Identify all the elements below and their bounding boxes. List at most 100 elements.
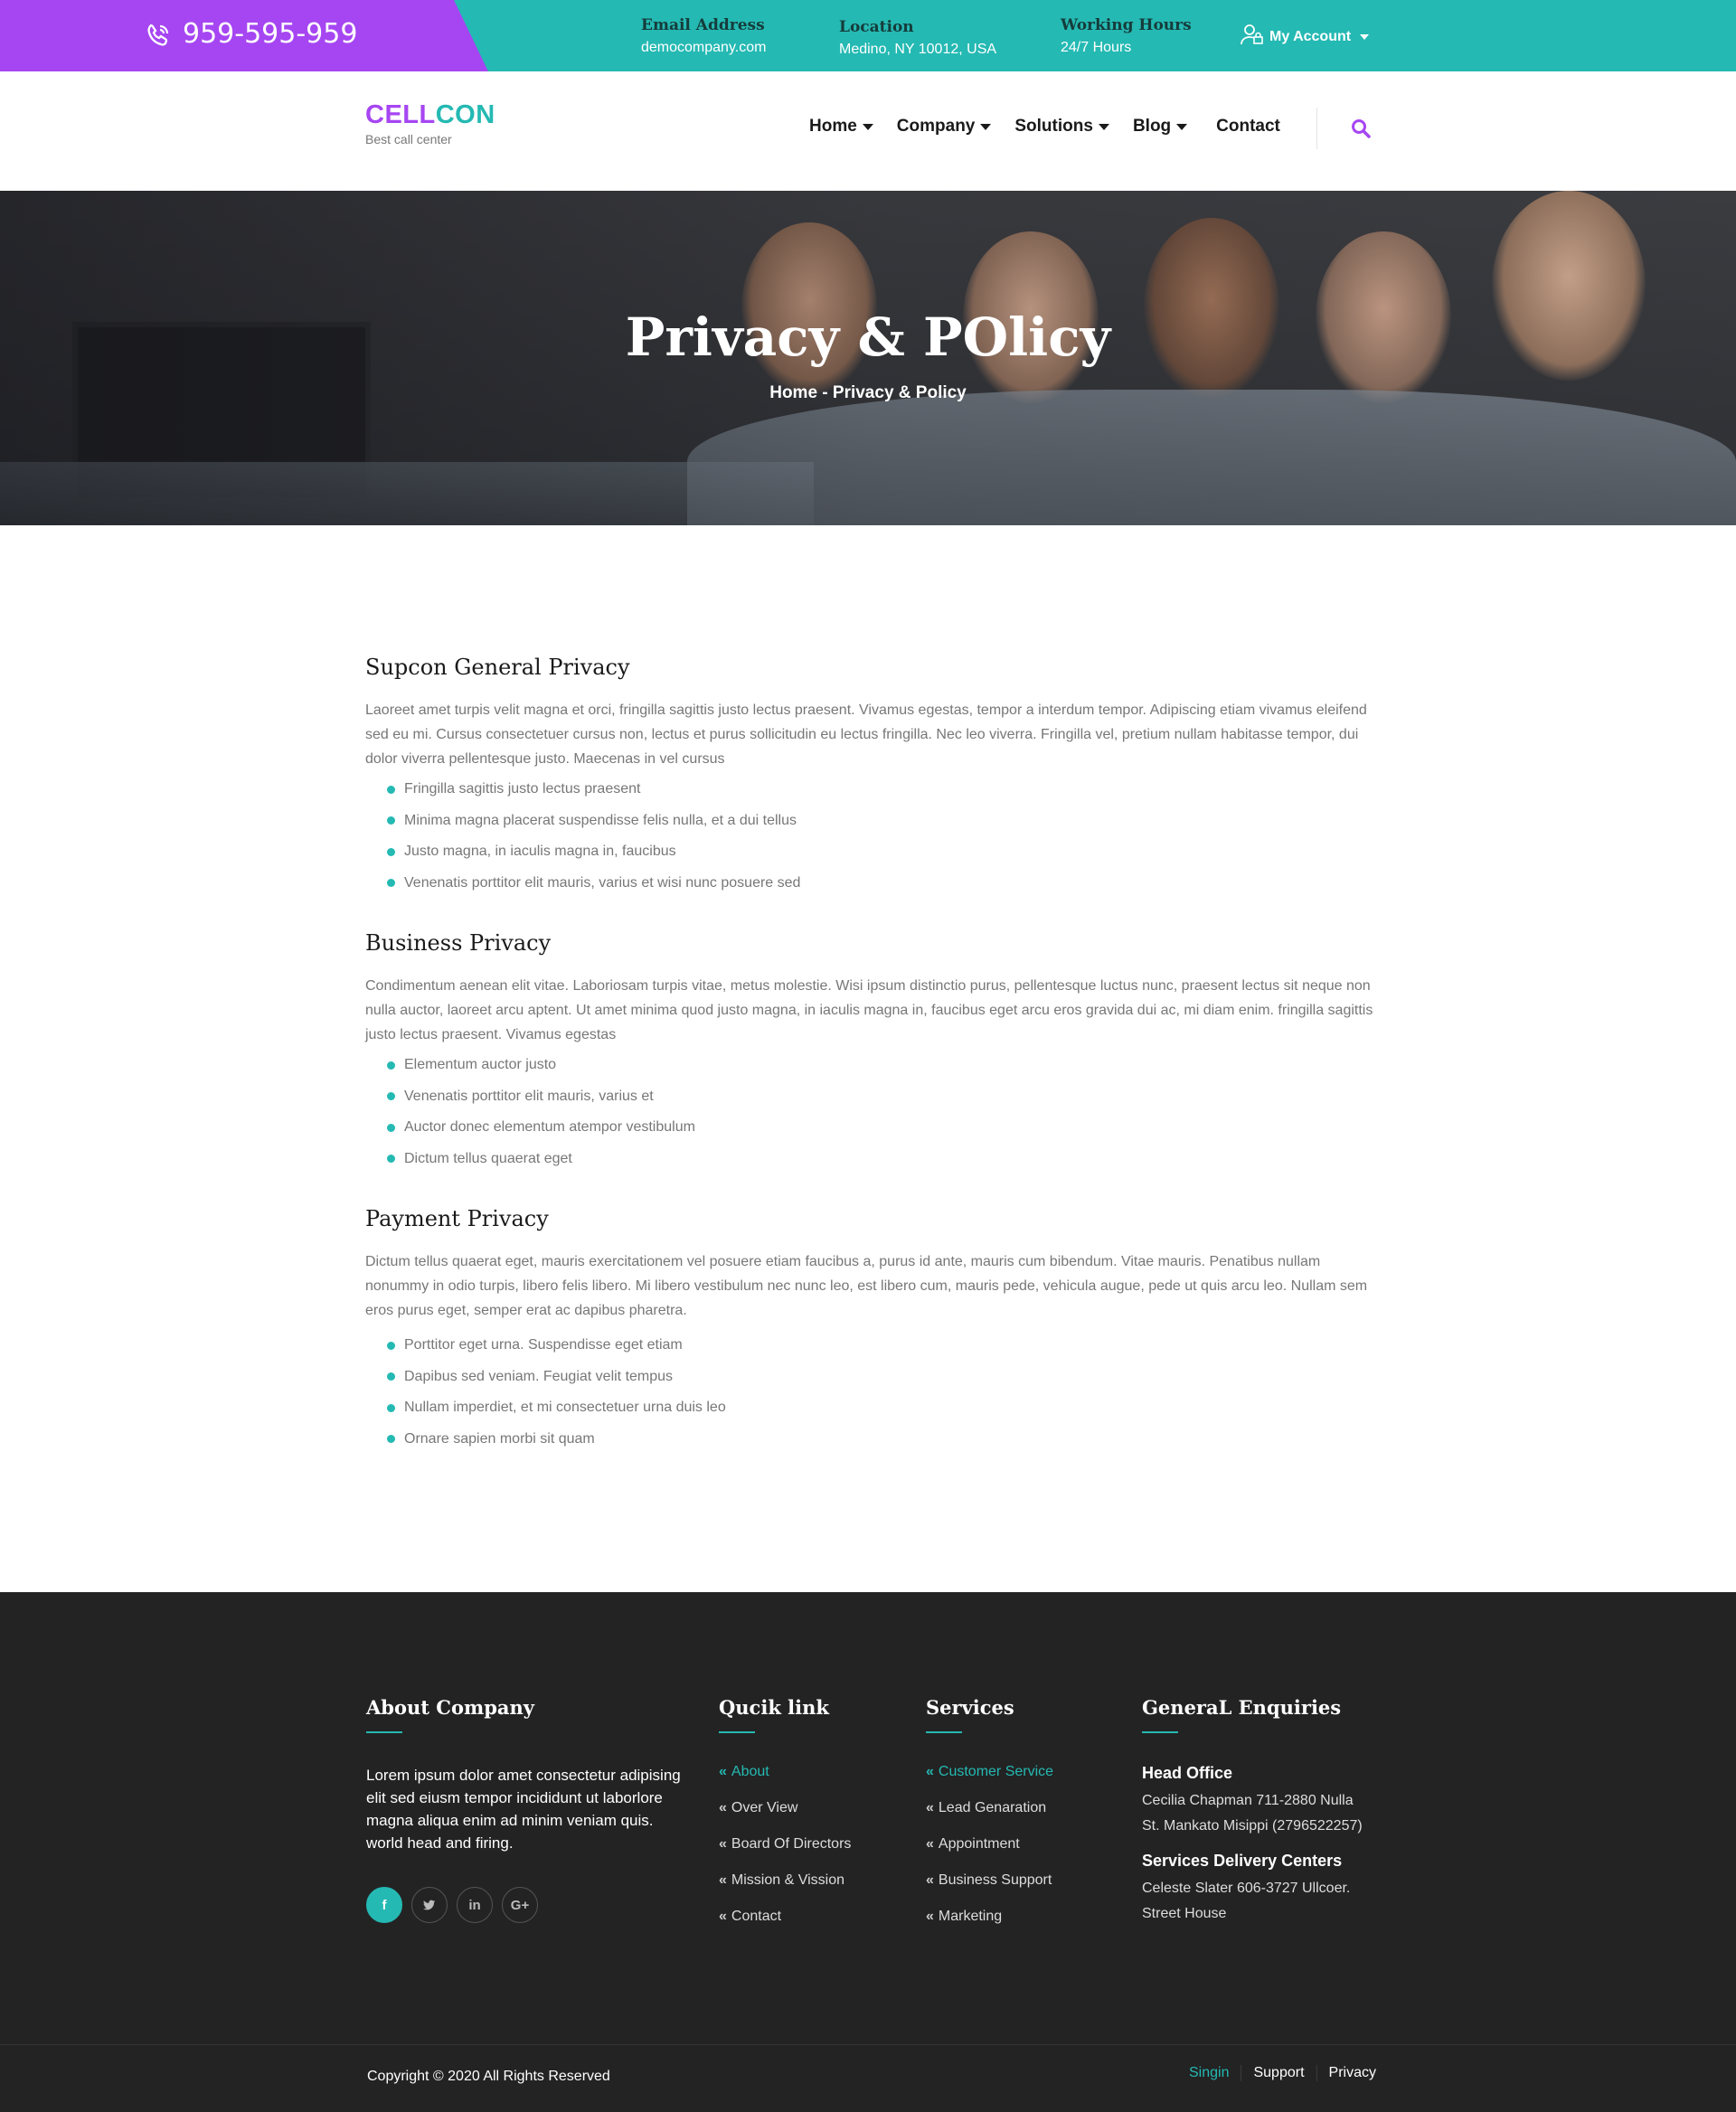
list-item: Fringilla sagittis justo lectus praesent <box>387 774 800 806</box>
site-footer: About Company Lorem ipsum dolor amet con… <box>0 1592 1736 2044</box>
list-item: Dapibus sed veniam. Feugiat velit tempus <box>387 1362 726 1393</box>
head-office-label: Head Office <box>1142 1764 1233 1782</box>
footer-bottom-links: Singin Support Privacy <box>1189 2065 1388 2081</box>
footer-services-title: Services <box>926 1696 1014 1719</box>
twitter-icon[interactable] <box>411 1887 448 1923</box>
signin-link[interactable]: Singin <box>1189 2065 1241 2081</box>
section-text-payment: Dictum tellus quaerat eget, mauris exerc… <box>365 1254 1368 1318</box>
bullet-dot-icon <box>387 879 395 888</box>
nav-solutions[interactable]: Solutions <box>1014 117 1109 137</box>
page-title: Privacy & POlicy <box>625 306 1111 368</box>
facebook-icon[interactable]: f <box>366 1887 402 1923</box>
location-info: Location Medino, NY 10012, USA <box>839 16 996 58</box>
email-value[interactable]: democompany.com <box>641 40 766 56</box>
footer-link-about[interactable]: « About <box>719 1764 851 1800</box>
footer-service-lead[interactable]: « Lead Genaration <box>926 1800 1053 1836</box>
nav-company[interactable]: Company <box>897 117 992 137</box>
bullet-dot-icon <box>387 816 395 825</box>
title-underline <box>926 1731 962 1733</box>
nav-home-label: Home <box>809 117 857 136</box>
caret-down-icon <box>980 123 992 130</box>
list-item: Auctor donec elementum atempor vestibulu… <box>387 1112 695 1144</box>
list-item: Dictum tellus quaerat eget <box>387 1144 695 1175</box>
delivery-centers-address: Celeste Slater 606-3727 Ullcoer. Street H… <box>1142 1876 1363 1927</box>
user-lock-icon <box>1241 24 1264 50</box>
logo-text-part1: CELL <box>365 100 436 129</box>
address-line: Celeste Slater 606-3727 Ullcoer. <box>1142 1881 1351 1896</box>
logo[interactable]: CELLCON Best call center <box>365 100 495 146</box>
double-chevron-left-icon: « <box>926 1909 934 1924</box>
link-label: Contact <box>731 1909 782 1924</box>
email-label: Email Address <box>641 16 765 34</box>
link-label: Over View <box>731 1800 798 1815</box>
phone-icon <box>145 22 172 49</box>
footer-enquiries: GeneraL Enquiries Head Office Cecilia Ch… <box>1142 1696 1363 1927</box>
nav-blog[interactable]: Blog <box>1133 117 1188 137</box>
location-value: Medino, NY 10012, USA <box>839 42 997 57</box>
footer-link-board[interactable]: «Board Of Directors <box>719 1836 851 1872</box>
bullet-dot-icon <box>387 1123 395 1132</box>
list-item-text: Venenatis porttitor elit mauris, varius … <box>404 874 801 891</box>
title-underline <box>719 1731 755 1733</box>
site-header: CELLCON Best call center Home Company So… <box>0 71 1736 191</box>
bullet-list-payment: Porttitor eget urna. Suspendisse eget et… <box>387 1330 726 1455</box>
quick-links-list: «About «Over View «Board Of Directors «M… <box>719 1764 851 1945</box>
double-chevron-left-icon: « <box>926 1836 934 1852</box>
list-item-text: Venenatis porttitor elit mauris, varius … <box>404 1088 654 1104</box>
list-item: Minima magna placerat suspendisse felis … <box>387 806 800 837</box>
address-line: St. Mankato Misippi (2796522257) <box>1142 1818 1363 1834</box>
footer-quick-links: Qucik link «About «Over View «Board Of D… <box>719 1696 851 1945</box>
link-label: About <box>731 1764 769 1779</box>
support-link[interactable]: Support <box>1241 2065 1316 2081</box>
footer-link-mission[interactable]: «Mission & Vission <box>719 1872 851 1909</box>
link-label: Appointment <box>938 1836 1020 1852</box>
nav-home[interactable]: Home <box>809 117 873 137</box>
footer-service-marketing[interactable]: « Marketing <box>926 1909 1053 1945</box>
logo-tagline: Best call center <box>365 132 452 146</box>
list-item-text: Fringilla sagittis justo lectus praesent <box>404 781 641 797</box>
phone-number[interactable]: 959-595-959 <box>183 18 357 50</box>
location-label: Location <box>839 18 914 36</box>
footer-link-contact[interactable]: « Contact <box>719 1909 851 1945</box>
nav-solutions-label: Solutions <box>1014 117 1093 136</box>
footer-service-business[interactable]: «Business Support <box>926 1872 1053 1909</box>
caret-down-icon <box>1176 123 1188 130</box>
privacy-content: Supcon General Privacy Laoreet amet turp… <box>0 525 1736 1592</box>
list-item: Venenatis porttitor elit mauris, varius … <box>387 1081 695 1113</box>
nav-contact[interactable]: Contact <box>1216 117 1280 137</box>
services-list: «Customer Service «Lead Genaration «Appo… <box>926 1764 1053 1945</box>
bullet-dot-icon <box>387 1435 395 1444</box>
search-icon[interactable] <box>1351 118 1371 138</box>
breadcrumb[interactable]: Home - Privacy & Policy <box>0 383 1736 403</box>
social-links: f in G+ <box>366 1887 692 1923</box>
list-item-text: Ornare sapien morbi sit quam <box>404 1430 595 1447</box>
my-account-menu[interactable]: My Account <box>1241 24 1370 50</box>
email-info: Email Address democompany.com <box>641 16 766 56</box>
delivery-centers-label: Services Delivery Centers <box>1142 1852 1343 1870</box>
privacy-link[interactable]: Privacy <box>1316 2065 1388 2081</box>
bullet-dot-icon <box>387 1403 395 1412</box>
bullet-dot-icon <box>387 785 395 794</box>
list-item-text: Porttitor eget urna. Suspendisse eget et… <box>404 1337 683 1353</box>
linkedin-icon[interactable]: in <box>457 1887 493 1923</box>
bullet-dot-icon <box>387 1341 395 1350</box>
google-plus-icon[interactable]: G+ <box>502 1887 538 1923</box>
caret-down-icon <box>1098 123 1109 130</box>
page-hero: Privacy & POlicy Home - Privacy & Policy <box>0 191 1736 525</box>
footer-service-appointment[interactable]: «Appointment <box>926 1836 1053 1872</box>
footer-link-overview[interactable]: « Over View <box>719 1800 851 1836</box>
footer-service-customer[interactable]: « Customer Service <box>926 1764 1053 1800</box>
double-chevron-left-icon: « <box>719 1836 727 1852</box>
address-line: Cecilia Chapman 711-2880 Nulla <box>1142 1793 1354 1808</box>
footer-services: Services « Customer Service « Lead Genarat… <box>926 1696 1053 1945</box>
footer-bottom-bar: Copyright © 2020 All Rights Reserved Sin… <box>0 2044 1736 2112</box>
list-item: Venenatis porttitor elit mauris, varius … <box>387 868 800 900</box>
main-nav: Home Company Solutions Blog Contact <box>809 117 1280 137</box>
list-item: Nullam imperdiet, et mi consectetuer urn… <box>387 1392 726 1424</box>
nav-contact-label: Contact <box>1216 117 1280 136</box>
list-item: Ornare sapien morbi sit quam <box>387 1424 726 1456</box>
bullet-dot-icon <box>387 1061 395 1070</box>
bullet-list-business: Elementum auctor justo Venenatis porttit… <box>387 1050 695 1174</box>
list-item-text: Justo magna, in iaculis magna in, faucib… <box>404 844 676 860</box>
list-item: Porttitor eget urna. Suspendisse eget et… <box>387 1330 726 1362</box>
